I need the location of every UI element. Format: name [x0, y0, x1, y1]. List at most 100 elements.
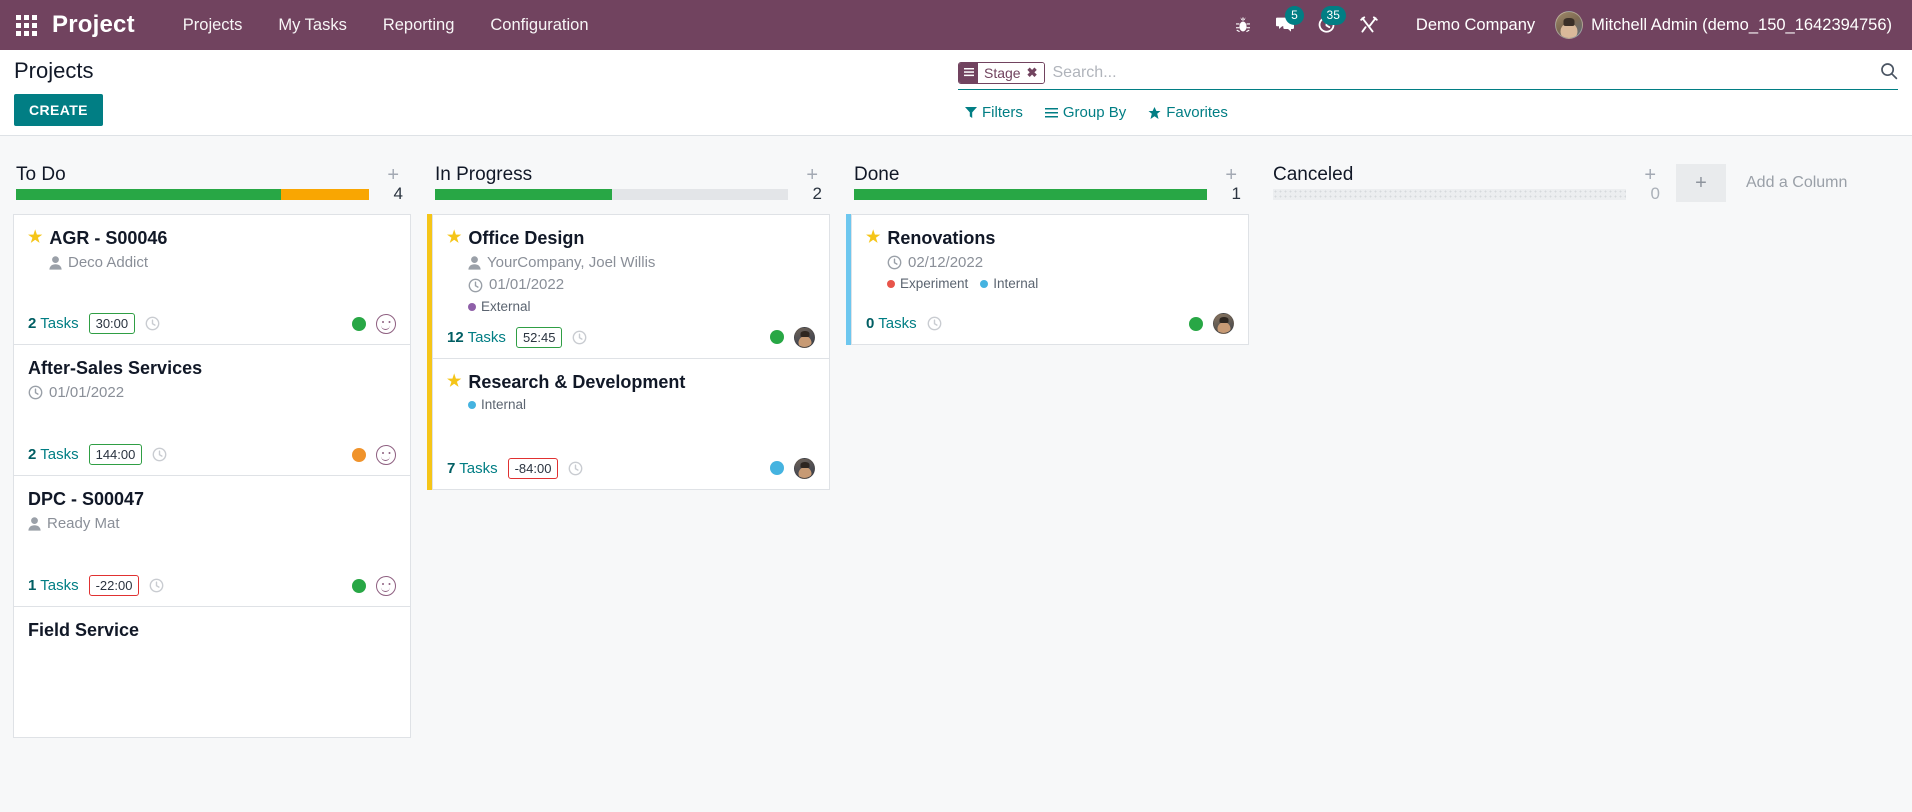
card-assignee-avatar[interactable]: [794, 326, 815, 348]
user-name-label: Mitchell Admin (demo_150_1642394756): [1591, 15, 1892, 34]
card-date: 02/12/2022: [908, 253, 984, 271]
card-assignee-avatar[interactable]: [1213, 313, 1234, 334]
kanban-column-header: Canceled +: [1265, 136, 1668, 198]
kanban-column-title[interactable]: To Do: [16, 164, 383, 186]
control-panel-left: Projects CREATE: [14, 58, 103, 127]
card-tasks-link[interactable]: 12 Tasks: [447, 329, 506, 346]
kanban-card-title-row: DPC - S00047: [28, 488, 396, 511]
tag-label: Experiment: [900, 276, 969, 291]
create-button[interactable]: CREATE: [14, 94, 103, 127]
tag-label: External: [481, 298, 531, 314]
card-tasks-link[interactable]: 1 Tasks: [28, 577, 79, 594]
card-hours-badge[interactable]: 52:45: [515, 326, 563, 348]
timesheet-clock-icon[interactable]: [568, 461, 583, 476]
card-tasks-link[interactable]: 2 Tasks: [28, 315, 79, 332]
card-tasks-count: 2: [28, 446, 37, 463]
timesheet-clock-icon[interactable]: [927, 316, 942, 331]
menu-item-projects[interactable]: Projects: [165, 2, 261, 49]
card-hours-badge[interactable]: -84:00: [507, 457, 559, 479]
add-column-plus-icon[interactable]: +: [1676, 164, 1726, 202]
card-tag[interactable]: Internal: [468, 395, 526, 415]
card-tasks-count: 7: [447, 459, 456, 477]
card-tag[interactable]: Experiment: [887, 274, 968, 294]
company-switcher[interactable]: Demo Company: [1390, 16, 1555, 35]
kanban-column-title[interactable]: Canceled: [1273, 164, 1640, 186]
card-status-dot[interactable]: [770, 461, 784, 476]
card-partner-name: Deco Addict: [68, 253, 149, 271]
kanban-card[interactable]: ★ Renovations 02/12/2022 Experiment Internal…: [851, 214, 1249, 345]
card-hours-badge[interactable]: -22:00: [88, 575, 140, 596]
menu-item-my-tasks[interactable]: My Tasks: [260, 2, 364, 49]
search-icon[interactable]: [1880, 62, 1898, 85]
facet-remove-icon[interactable]: ✖: [1025, 62, 1044, 83]
timesheet-clock-icon[interactable]: [572, 330, 587, 345]
card-status-dot[interactable]: [352, 447, 366, 462]
card-partner-name: YourCompany, Joel Willis: [487, 253, 656, 271]
kanban-column-header: In Progress +: [427, 136, 830, 198]
activities-clock-icon[interactable]: 35: [1306, 0, 1348, 50]
card-hours-badge[interactable]: 144:00: [88, 444, 143, 465]
add-card-plus-icon[interactable]: +: [383, 165, 403, 185]
star-icon[interactable]: ★: [28, 230, 42, 246]
timesheet-clock-icon[interactable]: [152, 447, 167, 462]
kanban-card[interactable]: ★ Research & Development Internal 7 Tasks -8…: [432, 358, 830, 490]
kanban-card[interactable]: DPC - S00047 Ready Mat 1 Tasks -22:00: [13, 476, 411, 607]
menu-item-reporting[interactable]: Reporting: [365, 2, 473, 49]
add-card-plus-icon[interactable]: +: [1640, 165, 1660, 185]
app-brand-title[interactable]: Project: [52, 11, 135, 39]
kanban-column-title[interactable]: Done: [854, 164, 1221, 186]
card-tasks-label: Tasks: [467, 328, 506, 346]
smiley-icon[interactable]: [376, 575, 396, 596]
kanban-column-title[interactable]: In Progress: [435, 164, 802, 186]
user-menu[interactable]: Mitchell Admin (demo_150_1642394756): [1555, 11, 1898, 39]
kanban-card[interactable]: ★ Office Design YourCompany, Joel Willis 01…: [432, 214, 830, 359]
card-status-dot[interactable]: [352, 578, 366, 593]
add-card-plus-icon[interactable]: +: [802, 165, 822, 185]
add-column-area: + Add a Column: [1676, 136, 1847, 202]
card-hours-badge[interactable]: 30:00: [88, 313, 136, 334]
add-column-label[interactable]: Add a Column: [1726, 174, 1847, 192]
smiley-icon[interactable]: [376, 313, 396, 334]
tag-label: Internal: [481, 397, 527, 413]
card-status-dot[interactable]: [352, 316, 366, 331]
card-assignee-avatar[interactable]: [794, 457, 815, 479]
favorites-button[interactable]: Favorites: [1148, 104, 1228, 121]
tools-icon[interactable]: [1348, 0, 1390, 50]
messages-icon[interactable]: 5: [1264, 0, 1306, 50]
kanban-card-footer: 0 Tasks: [866, 303, 1234, 334]
person-icon: [49, 255, 62, 270]
kanban-card[interactable]: ★ AGR - S00046 Deco Addict 2 Tasks 30:00: [13, 214, 411, 345]
messages-badge: 5: [1284, 6, 1304, 25]
add-card-plus-icon[interactable]: +: [1221, 165, 1241, 185]
star-icon[interactable]: ★: [447, 230, 461, 246]
star-icon[interactable]: ★: [866, 230, 880, 246]
card-date: 01/01/2022: [489, 276, 565, 293]
filters-button[interactable]: Filters: [965, 104, 1023, 121]
search-input[interactable]: [1050, 61, 1898, 84]
kanban-column-header: To Do +: [8, 136, 411, 198]
card-status-dot[interactable]: [770, 330, 784, 345]
star-icon[interactable]: ★: [447, 374, 461, 390]
timesheet-clock-icon[interactable]: [149, 578, 164, 593]
card-tag[interactable]: Internal: [980, 274, 1038, 294]
kanban-card[interactable]: After-Sales Services 01/01/2022 2 Tasks 144…: [13, 345, 411, 476]
apps-grid-icon[interactable]: [0, 0, 52, 50]
menu-item-configuration[interactable]: Configuration: [472, 2, 606, 49]
kanban-card-title-row: Field Service: [28, 619, 396, 642]
facet-label: Stage: [978, 62, 1026, 83]
card-tasks-link[interactable]: 7 Tasks: [447, 460, 498, 477]
card-date-row: 01/01/2022: [468, 274, 815, 297]
bug-icon[interactable]: [1222, 0, 1264, 50]
card-tag[interactable]: External: [468, 297, 531, 317]
smiley-icon[interactable]: [376, 444, 396, 465]
tag-dot-icon: [468, 401, 476, 410]
group-by-button[interactable]: Group By: [1044, 104, 1126, 121]
card-tasks-link[interactable]: 0 Tasks: [866, 315, 917, 332]
kanban-card[interactable]: Field Service: [13, 607, 411, 738]
timesheet-clock-icon[interactable]: [145, 316, 160, 331]
favorites-label: Favorites: [1166, 104, 1228, 121]
search-facet-stage[interactable]: Stage ✖: [958, 61, 1045, 84]
card-status-dot[interactable]: [1189, 316, 1203, 331]
card-tasks-link[interactable]: 2 Tasks: [28, 446, 79, 463]
tag-dot-icon: [887, 280, 895, 289]
